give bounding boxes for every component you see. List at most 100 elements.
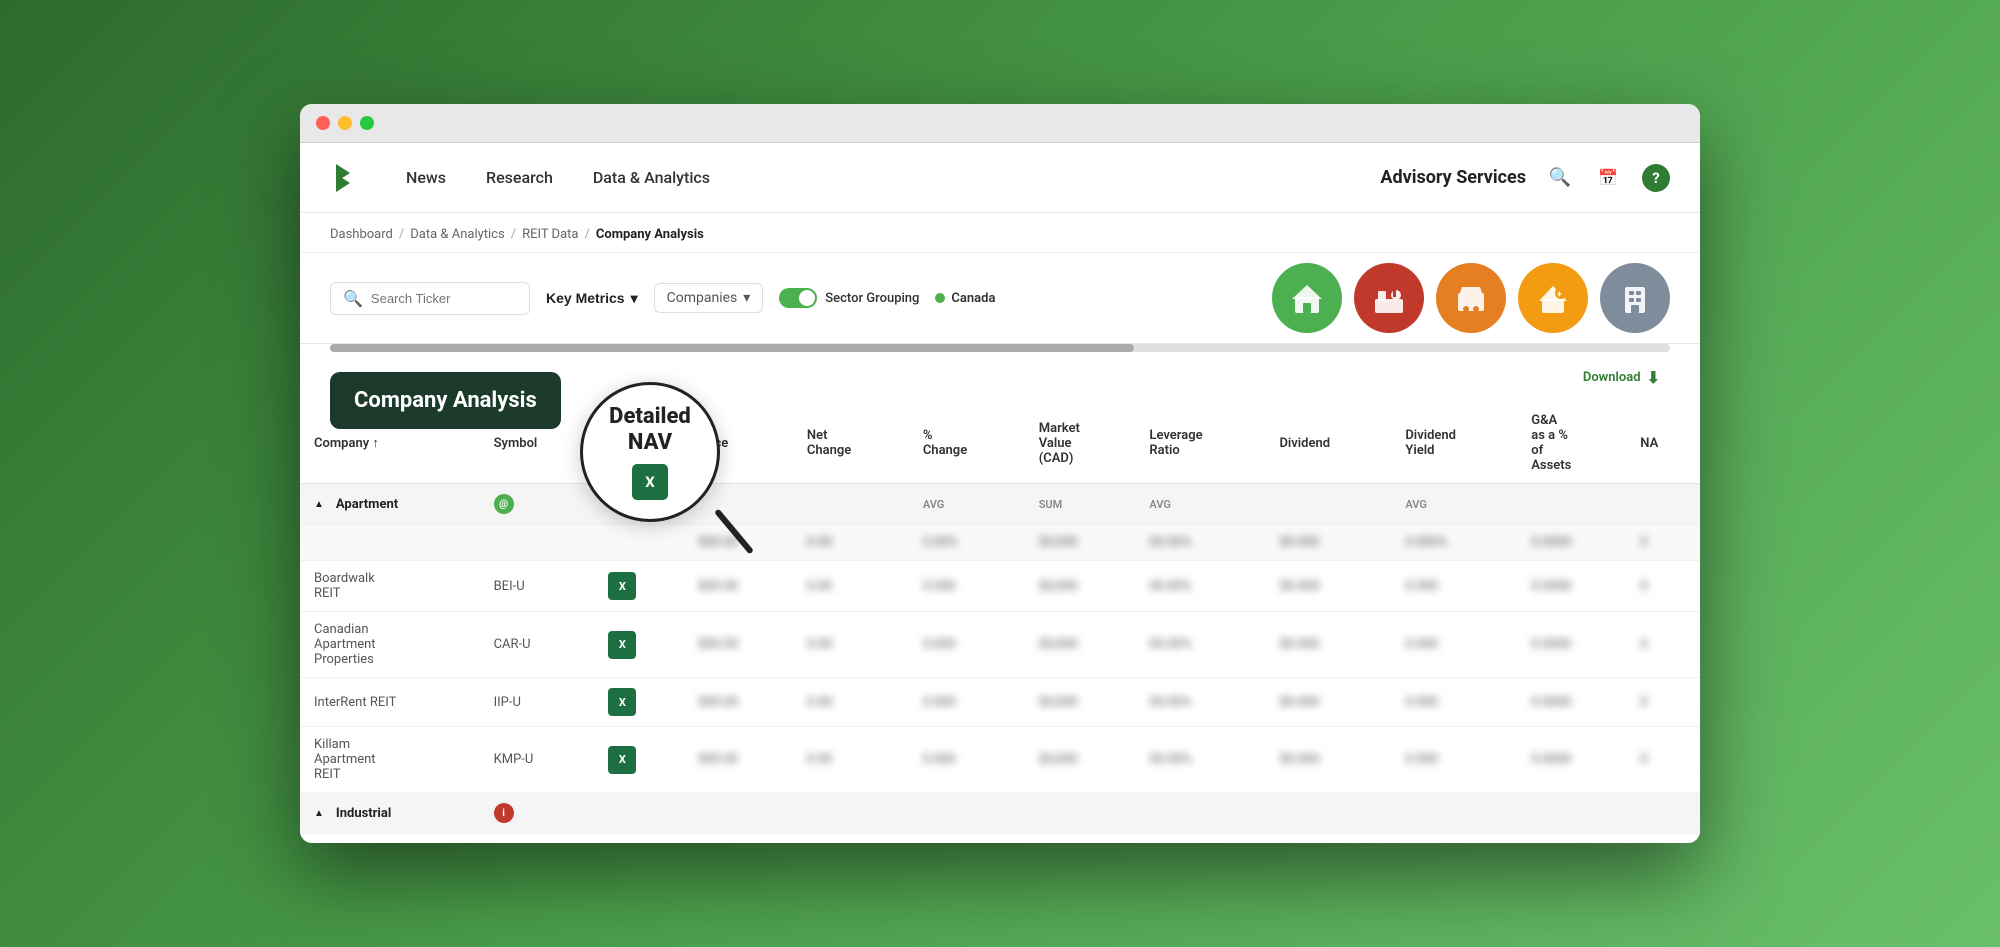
col-div-yield[interactable]: DividendYield <box>1391 403 1517 484</box>
interrent-excel[interactable]: X <box>594 678 684 727</box>
companies-chevron-icon: ▾ <box>743 290 750 306</box>
companies-select[interactable]: Companies ▾ <box>654 283 764 313</box>
logo[interactable] <box>330 160 366 196</box>
interrent-pctchange: 0.000 <box>909 678 1025 727</box>
help-icon[interactable]: ? <box>1642 164 1670 192</box>
apt-agg-na: 0 <box>1626 525 1700 561</box>
scroll-indicator[interactable] <box>330 344 1670 352</box>
data-table: Company ↑ Symbol Price NetChange %Change… <box>300 403 1700 834</box>
boardwalk-gna: 0.0000 <box>1517 561 1626 612</box>
nav-data-analytics[interactable]: Data & Analytics <box>593 168 710 187</box>
advisory-services-link[interactable]: Advisory Services <box>1380 167 1526 188</box>
interrent-na: 0 <box>1626 678 1700 727</box>
breadcrumb-reit-data[interactable]: REIT Data <box>522 227 578 242</box>
sep3: / <box>584 227 589 242</box>
nav-links: News Research Data & Analytics <box>406 168 1380 187</box>
killam-divyield: 0.000 <box>1391 727 1517 793</box>
residential-sector-icon[interactable]: + <box>1518 263 1588 333</box>
nav-news[interactable]: News <box>406 168 446 187</box>
cap-gna: 0.0000 <box>1517 612 1626 678</box>
table-row-interrent: InterRent REIT IIP-U X $00.00 0.00 0.000… <box>300 678 1700 727</box>
cap-mktval: $0,000 <box>1025 612 1136 678</box>
apartment-chevron-icon[interactable]: ▲ <box>314 499 324 510</box>
killam-netchange: 0.00 <box>793 727 909 793</box>
scroll-thumb <box>330 344 1134 352</box>
apartment-label: ▲ Apartment <box>300 484 480 525</box>
sector-grouping-toggle: Sector Grouping <box>779 288 919 308</box>
col-dividend[interactable]: Dividend <box>1265 403 1391 484</box>
industrial-rest <box>594 793 1700 834</box>
apartment-dividend-cell <box>1265 484 1391 525</box>
col-leverage[interactable]: LeverageRatio <box>1135 403 1265 484</box>
apartment-leverage-avg: AVG <box>1135 484 1265 525</box>
boardwalk-pctchange: 0.000 <box>909 561 1025 612</box>
search-input[interactable] <box>371 291 517 306</box>
sep1: / <box>399 227 404 242</box>
interrent-gna: 0.0000 <box>1517 678 1626 727</box>
interrent-symbol: IIP-U <box>480 678 595 727</box>
table-row-cap: CanadianApartmentProperties CAR-U X $00.… <box>300 612 1700 678</box>
killam-leverage: 00.00% <box>1135 727 1265 793</box>
industrial-sector-icon[interactable] <box>1354 263 1424 333</box>
magnifier-text: DetailedNAV <box>609 404 691 457</box>
cap-na: 0 <box>1626 612 1700 678</box>
col-net-change[interactable]: NetChange <box>793 403 909 484</box>
apartment-divyield-avg: AVG <box>1391 484 1517 525</box>
col-pct-change[interactable]: %Change <box>909 403 1025 484</box>
cap-leverage: 00.00% <box>1135 612 1265 678</box>
mac-titlebar <box>300 104 1700 143</box>
download-button[interactable]: Download ⬇ <box>1583 368 1660 387</box>
minimize-button[interactable] <box>338 116 352 130</box>
col-market-value[interactable]: MarketValue(CAD) <box>1025 403 1136 484</box>
breadcrumb-data-analytics[interactable]: Data & Analytics <box>410 227 504 242</box>
close-button[interactable] <box>316 116 330 130</box>
search-input-icon: 🔍 <box>343 289 363 308</box>
toggle-switch[interactable] <box>779 288 817 308</box>
mac-window: News Research Data & Analytics Advisory … <box>300 104 1700 843</box>
nav-research[interactable]: Research <box>486 168 553 187</box>
boardwalk-name: BoardwalkREIT <box>300 561 480 612</box>
interrent-divyield: 0.000 <box>1391 678 1517 727</box>
industrial-group-row: ▲ Industrial i <box>300 793 1700 834</box>
cap-pctchange: 0.000 <box>909 612 1025 678</box>
killam-gna: 0.0000 <box>1517 727 1626 793</box>
sector-grouping-label: Sector Grouping <box>825 291 919 306</box>
interrent-netchange: 0.00 <box>793 678 909 727</box>
boardwalk-excel[interactable]: X <box>594 561 684 612</box>
col-na[interactable]: NA <box>1626 403 1700 484</box>
col-gna[interactable]: G&Aas a %ofAssets <box>1517 403 1626 484</box>
apartment-sector-icon[interactable] <box>1272 263 1342 333</box>
boardwalk-divyield: 0.000 <box>1391 561 1517 612</box>
apartment-gna-cell <box>1517 484 1626 525</box>
industrial-chevron-icon[interactable]: ▲ <box>314 808 324 819</box>
apartment-na-cell <box>1626 484 1700 525</box>
download-label: Download <box>1583 370 1641 385</box>
cap-netchange: 0.00 <box>793 612 909 678</box>
key-metrics-chevron-icon: ▾ <box>631 290 638 307</box>
table-wrapper: Company ↑ Symbol Price NetChange %Change… <box>300 403 1700 834</box>
apartment-netchange-avg <box>793 484 909 525</box>
cap-excel[interactable]: X <box>594 612 684 678</box>
calendar-icon[interactable]: 📅 <box>1594 164 1622 192</box>
maximize-button[interactable] <box>360 116 374 130</box>
killam-symbol: KMP-U <box>480 727 595 793</box>
search-icon[interactable]: 🔍 <box>1546 164 1574 192</box>
magnifier-circle: DetailedNAV X <box>580 382 720 522</box>
killam-excel[interactable]: X <box>594 727 684 793</box>
main-nav: News Research Data & Analytics Advisory … <box>300 143 1700 213</box>
cap-price: $00.00 <box>684 612 793 678</box>
interrent-mktval: $0,000 <box>1025 678 1136 727</box>
retail-sector-icon[interactable] <box>1436 263 1506 333</box>
boardwalk-dividend: $0.000 <box>1265 561 1391 612</box>
killam-mktval: $0,000 <box>1025 727 1136 793</box>
canada-label: Canada <box>951 291 995 306</box>
cap-symbol: CAR-U <box>480 612 595 678</box>
office-sector-icon[interactable] <box>1600 263 1670 333</box>
search-box[interactable]: 🔍 <box>330 282 530 315</box>
killam-na: 0 <box>1626 727 1700 793</box>
sector-icons: + <box>1272 263 1670 333</box>
boardwalk-price: $00.00 <box>684 561 793 612</box>
breadcrumb-dashboard[interactable]: Dashboard <box>330 227 393 242</box>
cap-name: CanadianApartmentProperties <box>300 612 480 678</box>
key-metrics-button[interactable]: Key Metrics ▾ <box>546 290 638 307</box>
